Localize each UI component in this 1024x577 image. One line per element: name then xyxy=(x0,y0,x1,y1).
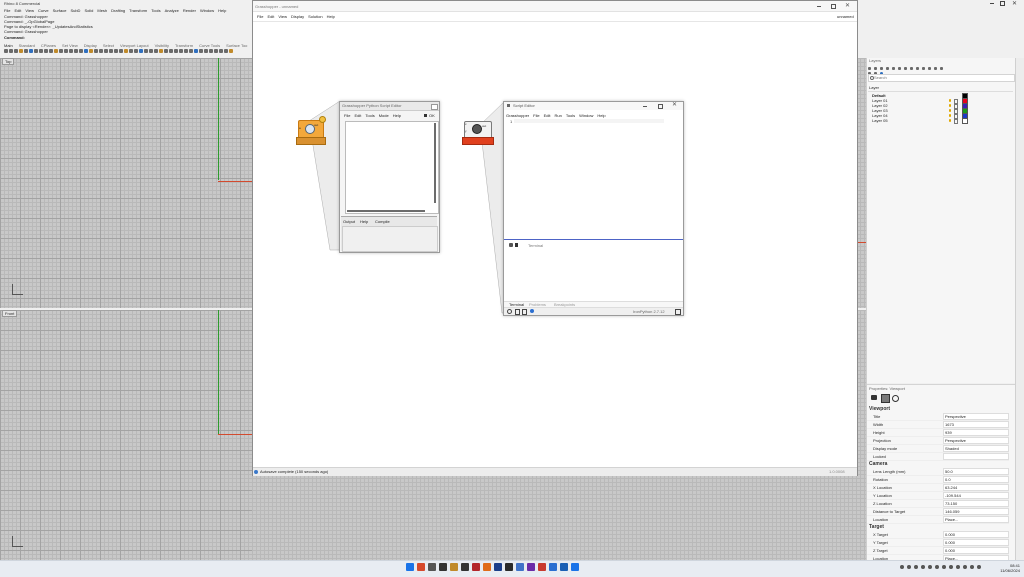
tray-icon[interactable] xyxy=(921,565,925,569)
tray-icon[interactable] xyxy=(928,565,932,569)
tray-icon[interactable] xyxy=(900,565,904,569)
taskbar-date: 11/06/2024 xyxy=(1000,568,1020,573)
tray-icon[interactable] xyxy=(942,565,946,569)
tray-icon[interactable] xyxy=(970,565,974,569)
tray-icons xyxy=(0,0,1024,576)
tray-icon[interactable] xyxy=(977,565,981,569)
tray-icon[interactable] xyxy=(949,565,953,569)
tray-icon[interactable] xyxy=(935,565,939,569)
tray-icon[interactable] xyxy=(956,565,960,569)
tray-icon[interactable] xyxy=(914,565,918,569)
tray-icon[interactable] xyxy=(907,565,911,569)
tray-icon[interactable] xyxy=(963,565,967,569)
